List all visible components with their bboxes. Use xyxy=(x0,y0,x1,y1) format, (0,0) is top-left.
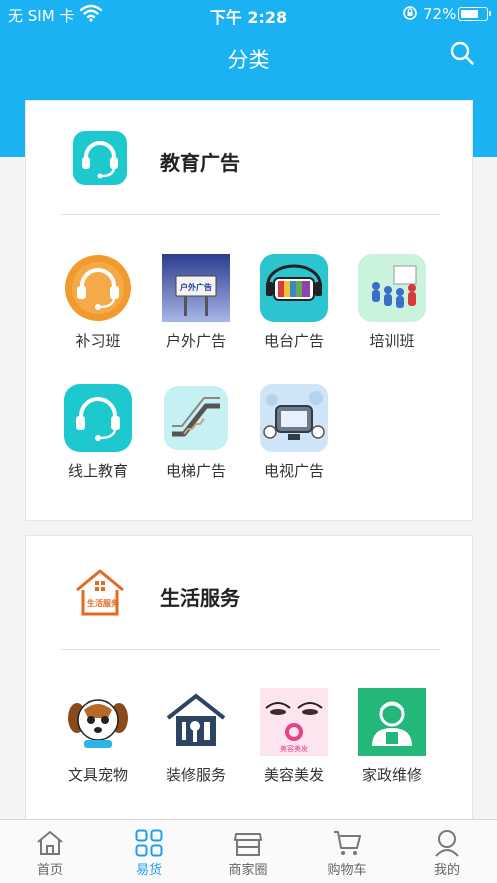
category-renovation[interactable]: 装修服务 xyxy=(151,688,241,785)
headset-icon xyxy=(73,131,127,185)
section-header: 生活服务 生活服务 xyxy=(26,536,472,650)
house-icon: 生活服务 xyxy=(76,569,124,616)
tutor-headset-icon xyxy=(65,255,131,321)
section-title: 教育广告 xyxy=(160,151,240,175)
section-life-services: 生活服务 生活服务 文具宠物 装修服务 美容美发 美容美发 家政维修 xyxy=(25,535,473,835)
tab-bar: 首页 易货 商家圈 购物车 我的 xyxy=(0,819,497,883)
home-icon xyxy=(37,831,63,855)
housekeeper-icon xyxy=(358,688,426,756)
category-tutoring[interactable]: 补习班 xyxy=(53,254,143,351)
section-education-ads: 教育广告 补习班 户外广告 户外广告 电台广告 培训班 线上教育 电梯广告 电视… xyxy=(25,100,473,521)
svg-text:美容美发: 美容美发 xyxy=(280,744,308,753)
tab-profile[interactable]: 我的 xyxy=(397,820,497,883)
category-label: 文具宠物 xyxy=(67,766,128,784)
beauty-icon: 美容美发 xyxy=(260,688,328,756)
category-label: 补习班 xyxy=(75,332,121,350)
category-label: 户外广告 xyxy=(165,332,226,350)
training-icon xyxy=(358,254,426,322)
renovation-icon xyxy=(166,693,226,746)
battery-icon xyxy=(458,7,491,21)
category-label: 电梯广告 xyxy=(165,462,226,480)
grid-icon xyxy=(135,829,163,857)
category-housekeeping[interactable]: 家政维修 xyxy=(347,688,437,785)
category-label: 线上教育 xyxy=(67,462,128,480)
tab-label: 商家圈 xyxy=(228,863,268,878)
tab-label: 我的 xyxy=(433,863,460,878)
store-icon xyxy=(234,833,262,856)
online-headset-icon xyxy=(64,384,132,452)
tab-cart[interactable]: 购物车 xyxy=(297,820,397,883)
svg-text:户外广告: 户外广告 xyxy=(180,282,212,292)
dog-icon xyxy=(68,699,128,748)
tab-merchants[interactable]: 商家圈 xyxy=(198,820,298,883)
category-radio-ads[interactable]: 电台广告 xyxy=(249,254,339,351)
radio-icon xyxy=(260,254,328,322)
category-training[interactable]: 培训班 xyxy=(347,254,437,351)
battery-percent: 72% xyxy=(423,5,457,23)
category-beauty-hair[interactable]: 美容美发 美容美发 xyxy=(249,688,339,785)
category-label: 家政维修 xyxy=(361,766,422,784)
status-bar: 无 SIM 卡 下午 2:28 72% xyxy=(0,0,497,28)
category-outdoor-ads[interactable]: 户外广告 户外广告 xyxy=(151,254,241,351)
tab-label: 购物车 xyxy=(327,863,367,878)
category-online-education[interactable]: 线上教育 xyxy=(53,384,143,481)
svg-text:生活服务: 生活服务 xyxy=(87,598,120,608)
divider xyxy=(60,214,440,215)
category-stationery-pets[interactable]: 文具宠物 xyxy=(53,688,143,785)
cart-icon xyxy=(334,831,361,855)
tv-icon xyxy=(260,384,328,452)
category-label: 装修服务 xyxy=(165,766,226,784)
section-title: 生活服务 xyxy=(160,586,240,610)
tab-label: 首页 xyxy=(36,863,63,878)
user-icon xyxy=(435,830,459,857)
category-label: 电台广告 xyxy=(263,332,324,350)
page-title: 分类 xyxy=(227,48,270,72)
category-label: 培训班 xyxy=(369,332,415,350)
category-label: 电视广告 xyxy=(263,462,324,480)
tab-label: 易货 xyxy=(135,863,162,878)
tab-barter[interactable]: 易货 xyxy=(99,820,199,883)
tab-home[interactable]: 首页 xyxy=(0,820,100,883)
divider xyxy=(60,649,440,650)
billboard-icon: 户外广告 xyxy=(162,254,230,322)
section-header: 教育广告 xyxy=(26,101,472,215)
rotation-lock-icon xyxy=(403,6,417,20)
search-icon[interactable] xyxy=(449,40,475,66)
category-tv-ads[interactable]: 电视广告 xyxy=(249,384,339,481)
category-label: 美容美发 xyxy=(263,766,324,784)
escalator-icon xyxy=(164,386,228,450)
category-elevator-ads[interactable]: 电梯广告 xyxy=(151,384,241,481)
